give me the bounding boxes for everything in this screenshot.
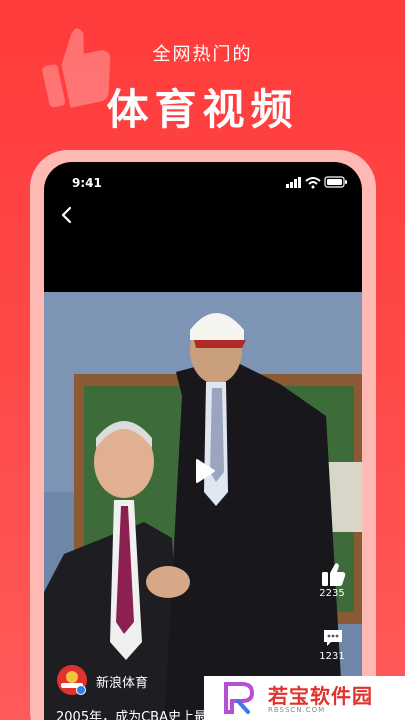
like-icon[interactable]	[320, 562, 346, 588]
play-icon[interactable]	[194, 458, 216, 484]
comment-icon[interactable]	[322, 628, 344, 648]
watermark: 若宝软件园 RBSSCN.COM	[204, 676, 405, 720]
header-subtitle: 全网热门的	[152, 44, 253, 65]
status-bar: 9:41	[44, 162, 362, 202]
back-icon[interactable]	[58, 204, 76, 226]
phone-screen: 9:41 2235 1231 新浪体育 2005年，成为CBA史上最	[44, 162, 362, 720]
watermark-subtext: RBSSCN.COM	[268, 706, 326, 714]
signal-icon	[286, 177, 301, 188]
comment-count: 1231	[319, 651, 345, 662]
channel-avatar[interactable]	[56, 664, 88, 696]
status-icons	[286, 176, 347, 189]
channel-name[interactable]: 新浪体育	[96, 672, 148, 691]
header-title: 体育视频	[106, 85, 299, 134]
watermark-logo	[224, 682, 255, 714]
status-time: 9:41	[72, 176, 102, 190]
battery-icon	[324, 176, 347, 188]
wifi-icon	[305, 177, 321, 189]
like-count: 2235	[319, 588, 345, 599]
watermark-text: 若宝软件园	[268, 684, 373, 708]
